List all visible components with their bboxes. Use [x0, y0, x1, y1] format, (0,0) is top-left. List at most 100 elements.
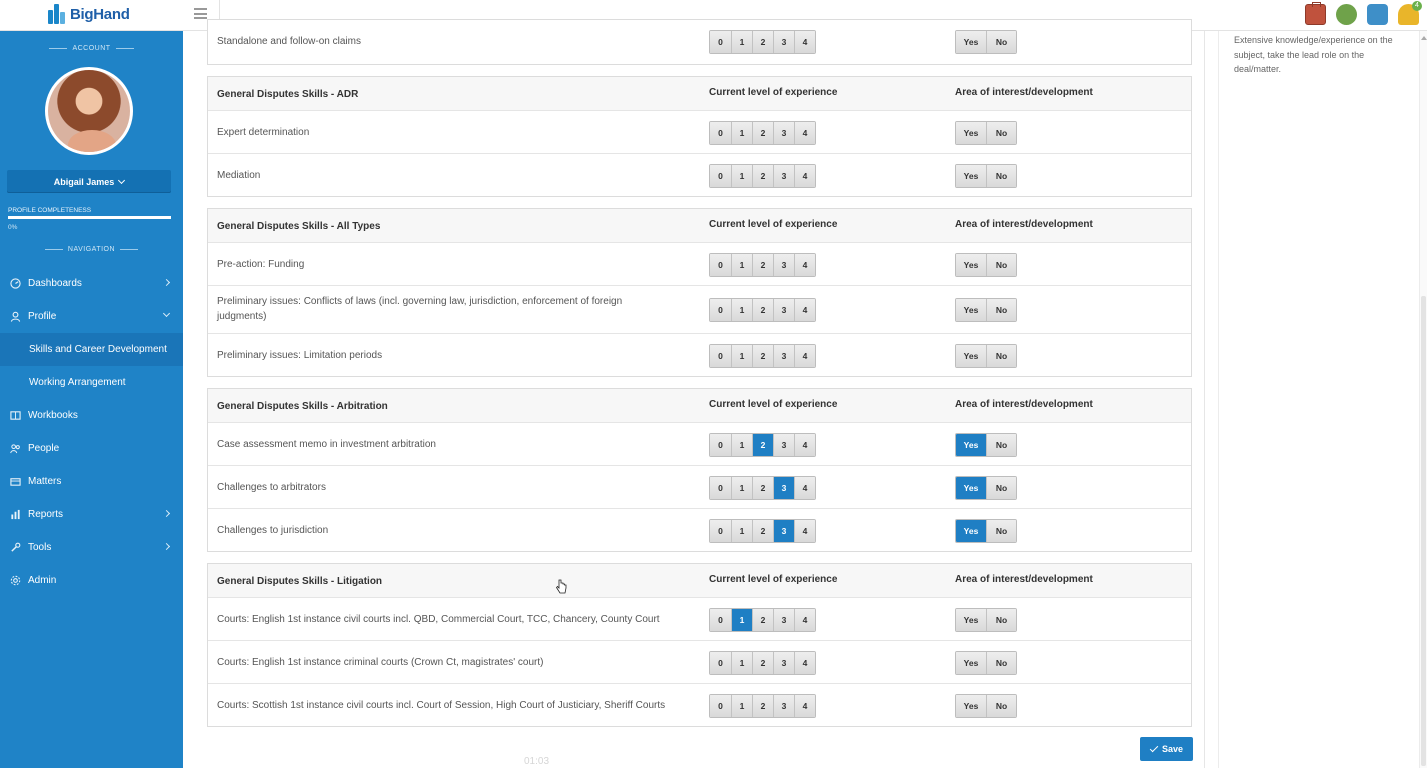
level-1-button[interactable]: 1: [731, 31, 752, 53]
level-3-button[interactable]: 3: [773, 520, 794, 542]
level-1-button[interactable]: 1: [731, 520, 752, 542]
level-2-button[interactable]: 2: [752, 31, 773, 53]
level-1-button[interactable]: 1: [731, 477, 752, 499]
interest-yes-button[interactable]: Yes: [956, 652, 986, 674]
level-0-button[interactable]: 0: [710, 299, 731, 321]
level-1-button[interactable]: 1: [731, 122, 752, 144]
interest-yes-button[interactable]: Yes: [956, 254, 986, 276]
level-1-button[interactable]: 1: [731, 695, 752, 717]
level-3-button[interactable]: 3: [773, 122, 794, 144]
level-2-button[interactable]: 2: [752, 345, 773, 367]
sidebar-item-people[interactable]: People: [0, 432, 183, 465]
level-4-button[interactable]: 4: [794, 520, 815, 542]
interest-no-button[interactable]: No: [986, 31, 1016, 53]
level-0-button[interactable]: 0: [710, 165, 731, 187]
level-2-button[interactable]: 2: [752, 165, 773, 187]
interest-yes-button[interactable]: Yes: [956, 609, 986, 631]
level-3-button[interactable]: 3: [773, 652, 794, 674]
level-4-button[interactable]: 4: [794, 477, 815, 499]
level-1-button[interactable]: 1: [731, 652, 752, 674]
level-2-button[interactable]: 2: [752, 254, 773, 276]
sidebar-item-tools[interactable]: Tools: [0, 531, 183, 564]
level-4-button[interactable]: 4: [794, 254, 815, 276]
level-2-button[interactable]: 2: [752, 652, 773, 674]
menu-toggle-icon[interactable]: [194, 8, 207, 19]
level-0-button[interactable]: 0: [710, 477, 731, 499]
level-1-button[interactable]: 1: [731, 434, 752, 456]
level-3-button[interactable]: 3: [773, 345, 794, 367]
level-3-button[interactable]: 3: [773, 609, 794, 631]
level-0-button[interactable]: 0: [710, 122, 731, 144]
sidebar-item-reports[interactable]: Reports: [0, 498, 183, 531]
interest-yes-button[interactable]: Yes: [956, 122, 986, 144]
interest-no-button[interactable]: No: [986, 434, 1016, 456]
level-4-button[interactable]: 4: [794, 434, 815, 456]
interest-no-button[interactable]: No: [986, 695, 1016, 717]
level-4-button[interactable]: 4: [794, 652, 815, 674]
level-0-button[interactable]: 0: [710, 31, 731, 53]
level-1-button[interactable]: 1: [731, 345, 752, 367]
level-0-button[interactable]: 0: [710, 695, 731, 717]
level-3-button[interactable]: 3: [773, 31, 794, 53]
interest-no-button[interactable]: No: [986, 520, 1016, 542]
level-0-button[interactable]: 0: [710, 520, 731, 542]
user-menu-button[interactable]: Abigail James: [7, 170, 171, 193]
sidebar-item-workbooks[interactable]: Workbooks: [0, 399, 183, 432]
level-2-button[interactable]: 2: [752, 299, 773, 321]
level-4-button[interactable]: 4: [794, 695, 815, 717]
interest-no-button[interactable]: No: [986, 652, 1016, 674]
sidebar-item-profile[interactable]: Profile: [0, 300, 183, 333]
interest-yes-button[interactable]: Yes: [956, 345, 986, 367]
level-3-button[interactable]: 3: [773, 254, 794, 276]
level-4-button[interactable]: 4: [794, 345, 815, 367]
level-0-button[interactable]: 0: [710, 609, 731, 631]
level-3-button[interactable]: 3: [773, 477, 794, 499]
interest-no-button[interactable]: No: [986, 299, 1016, 321]
avatar[interactable]: [45, 67, 133, 155]
level-0-button[interactable]: 0: [710, 434, 731, 456]
level-4-button[interactable]: 4: [794, 299, 815, 321]
level-0-button[interactable]: 0: [710, 652, 731, 674]
money-icon[interactable]: [1336, 4, 1357, 25]
level-3-button[interactable]: 3: [773, 434, 794, 456]
level-2-button[interactable]: 2: [752, 695, 773, 717]
level-2-button[interactable]: 2: [752, 122, 773, 144]
interest-no-button[interactable]: No: [986, 345, 1016, 367]
chat-icon[interactable]: [1367, 4, 1388, 25]
briefcase-icon[interactable]: [1305, 2, 1326, 25]
interest-yes-button[interactable]: Yes: [956, 477, 986, 499]
level-0-button[interactable]: 0: [710, 254, 731, 276]
sidebar-item-matters[interactable]: Matters: [0, 465, 183, 498]
level-4-button[interactable]: 4: [794, 122, 815, 144]
level-1-button[interactable]: 1: [731, 609, 752, 631]
sidebar-item-skills-career[interactable]: Skills and Career Development: [0, 333, 183, 366]
interest-yes-button[interactable]: Yes: [956, 520, 986, 542]
level-2-button[interactable]: 2: [752, 520, 773, 542]
level-3-button[interactable]: 3: [773, 695, 794, 717]
interest-yes-button[interactable]: Yes: [956, 299, 986, 321]
interest-no-button[interactable]: No: [986, 609, 1016, 631]
interest-yes-button[interactable]: Yes: [956, 695, 986, 717]
level-3-button[interactable]: 3: [773, 299, 794, 321]
notification-bell-icon[interactable]: 4: [1398, 1, 1422, 25]
save-button[interactable]: Save: [1140, 737, 1193, 761]
level-2-button[interactable]: 2: [752, 434, 773, 456]
sidebar-item-working-arrangement[interactable]: Working Arrangement: [0, 366, 183, 399]
interest-yes-button[interactable]: Yes: [956, 31, 986, 53]
level-1-button[interactable]: 1: [731, 254, 752, 276]
level-3-button[interactable]: 3: [773, 165, 794, 187]
interest-no-button[interactable]: No: [986, 165, 1016, 187]
level-1-button[interactable]: 1: [731, 299, 752, 321]
level-4-button[interactable]: 4: [794, 31, 815, 53]
level-4-button[interactable]: 4: [794, 165, 815, 187]
level-2-button[interactable]: 2: [752, 477, 773, 499]
sidebar-item-dashboards[interactable]: Dashboards: [0, 267, 183, 300]
level-0-button[interactable]: 0: [710, 345, 731, 367]
scroll-up-arrow-icon[interactable]: [1421, 36, 1427, 40]
interest-no-button[interactable]: No: [986, 477, 1016, 499]
level-2-button[interactable]: 2: [752, 609, 773, 631]
level-1-button[interactable]: 1: [731, 165, 752, 187]
sidebar-item-admin[interactable]: Admin: [0, 564, 183, 597]
scrollbar-thumb[interactable]: [1421, 296, 1426, 766]
interest-yes-button[interactable]: Yes: [956, 434, 986, 456]
